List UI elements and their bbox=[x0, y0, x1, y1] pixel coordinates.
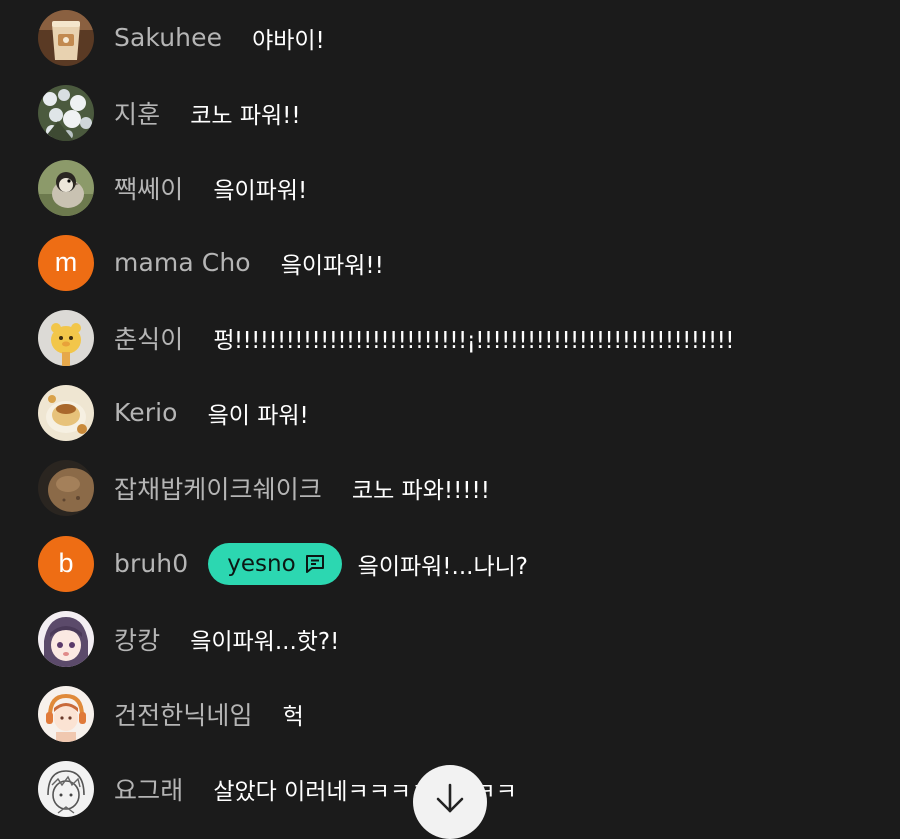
nickname[interactable]: 건전한닉네임 bbox=[114, 696, 253, 732]
nickname[interactable]: Kerio bbox=[114, 398, 178, 427]
message-body: 춘식이 펑!!!!!!!!!!!!!!!!!!!!!!!!!!!¡!!!!!!!… bbox=[114, 320, 734, 356]
chat-message: 춘식이 펑!!!!!!!!!!!!!!!!!!!!!!!!!!!¡!!!!!!!… bbox=[0, 300, 900, 375]
character-avatar-icon bbox=[38, 309, 94, 366]
chat-message: Kerio 읔이 파워! bbox=[0, 375, 900, 450]
message-body: 캉캉 읔이파워...핫?! bbox=[114, 621, 339, 657]
user-avatar[interactable] bbox=[38, 384, 94, 441]
message-text: 야바이! bbox=[252, 27, 325, 54]
chat-message: 지훈 코노 파워!! bbox=[0, 75, 900, 150]
message-body: 지훈 코노 파워!! bbox=[114, 95, 301, 131]
message-body: 잡채밥케이크쉐이크 코노 파와!!!!! bbox=[114, 470, 490, 506]
nickname[interactable]: 캉캉 bbox=[114, 621, 160, 657]
user-avatar[interactable] bbox=[38, 9, 94, 66]
nickname[interactable]: mama Cho bbox=[114, 248, 251, 277]
chat-message: 캉캉 읔이파워...핫?! bbox=[0, 601, 900, 676]
message-text: 헉 bbox=[282, 703, 304, 730]
nickname[interactable]: 짹쎄이 bbox=[114, 170, 183, 206]
nickname[interactable]: bruh0 bbox=[114, 549, 188, 578]
chat-message: 건전한닉네임 헉 bbox=[0, 676, 900, 751]
user-avatar[interactable] bbox=[38, 685, 94, 742]
message-body: Kerio 읔이 파워! bbox=[114, 396, 309, 430]
chat-message-list: Sakuhee 야바이! 지훈 코노 파워!! 짹쎄이 읔이파워! m mama… bbox=[0, 0, 900, 822]
user-avatar[interactable] bbox=[38, 760, 94, 817]
chat-message: b bruh0 yesno 읔이파워!...나니? bbox=[0, 526, 900, 601]
user-avatar[interactable] bbox=[38, 309, 94, 366]
nickname[interactable]: Sakuhee bbox=[114, 23, 222, 52]
chat-message: 잡채밥케이크쉐이크 코노 파와!!!!! bbox=[0, 450, 900, 525]
badge-label: yesno bbox=[227, 550, 296, 577]
nickname[interactable]: 요그래 bbox=[114, 771, 183, 807]
nickname[interactable]: 춘식이 bbox=[114, 320, 183, 356]
anime-avatar-icon bbox=[38, 610, 94, 667]
message-text: 읔이파워...핫?! bbox=[190, 628, 340, 655]
message-text: 코노 파워!! bbox=[190, 102, 301, 129]
cup-avatar-icon bbox=[38, 9, 94, 66]
message-body: Sakuhee 야바이! bbox=[114, 21, 325, 55]
message-text: 읔이파워!! bbox=[280, 252, 384, 279]
potato-avatar-icon bbox=[38, 459, 94, 516]
user-avatar[interactable] bbox=[38, 610, 94, 667]
message-body: bruh0 yesno 읔이파워!...나니? bbox=[114, 542, 528, 585]
user-badge[interactable]: yesno bbox=[208, 542, 342, 585]
pudding-avatar-icon bbox=[38, 384, 94, 441]
message-body: 짹쎄이 읔이파워! bbox=[114, 170, 307, 206]
user-avatar[interactable] bbox=[38, 459, 94, 516]
sketch-avatar-icon bbox=[38, 760, 94, 817]
headphones-avatar-icon bbox=[38, 685, 94, 742]
user-avatar[interactable] bbox=[38, 159, 94, 216]
bird-avatar-icon bbox=[38, 159, 94, 216]
letter-avatar[interactable]: m bbox=[38, 234, 94, 291]
chat-message: 짹쎄이 읔이파워! bbox=[0, 150, 900, 225]
chat-bubble-icon bbox=[305, 554, 324, 573]
flowers-avatar-icon bbox=[38, 84, 94, 141]
message-text: 읔이파워! bbox=[213, 177, 308, 204]
message-text: 코노 파와!!!!! bbox=[351, 477, 490, 504]
arrow-down-icon bbox=[436, 783, 464, 813]
nickname[interactable]: 잡채밥케이크쉐이크 bbox=[114, 470, 322, 506]
message-body: mama Cho 읔이파워!! bbox=[114, 246, 384, 280]
chat-message: m mama Cho 읔이파워!! bbox=[0, 225, 900, 300]
message-text: 펑!!!!!!!!!!!!!!!!!!!!!!!!!!!¡!!!!!!!!!!!… bbox=[213, 327, 734, 354]
message-text: 읔이 파워! bbox=[207, 402, 309, 429]
nickname[interactable]: 지훈 bbox=[114, 95, 160, 131]
letter-avatar[interactable]: b bbox=[38, 535, 94, 592]
message-body: 건전한닉네임 헉 bbox=[114, 696, 304, 732]
message-text: 읔이파워!...나니? bbox=[357, 553, 528, 580]
user-avatar[interactable] bbox=[38, 84, 94, 141]
chat-message: Sakuhee 야바이! bbox=[0, 0, 900, 75]
scroll-to-bottom-button[interactable] bbox=[413, 765, 487, 839]
